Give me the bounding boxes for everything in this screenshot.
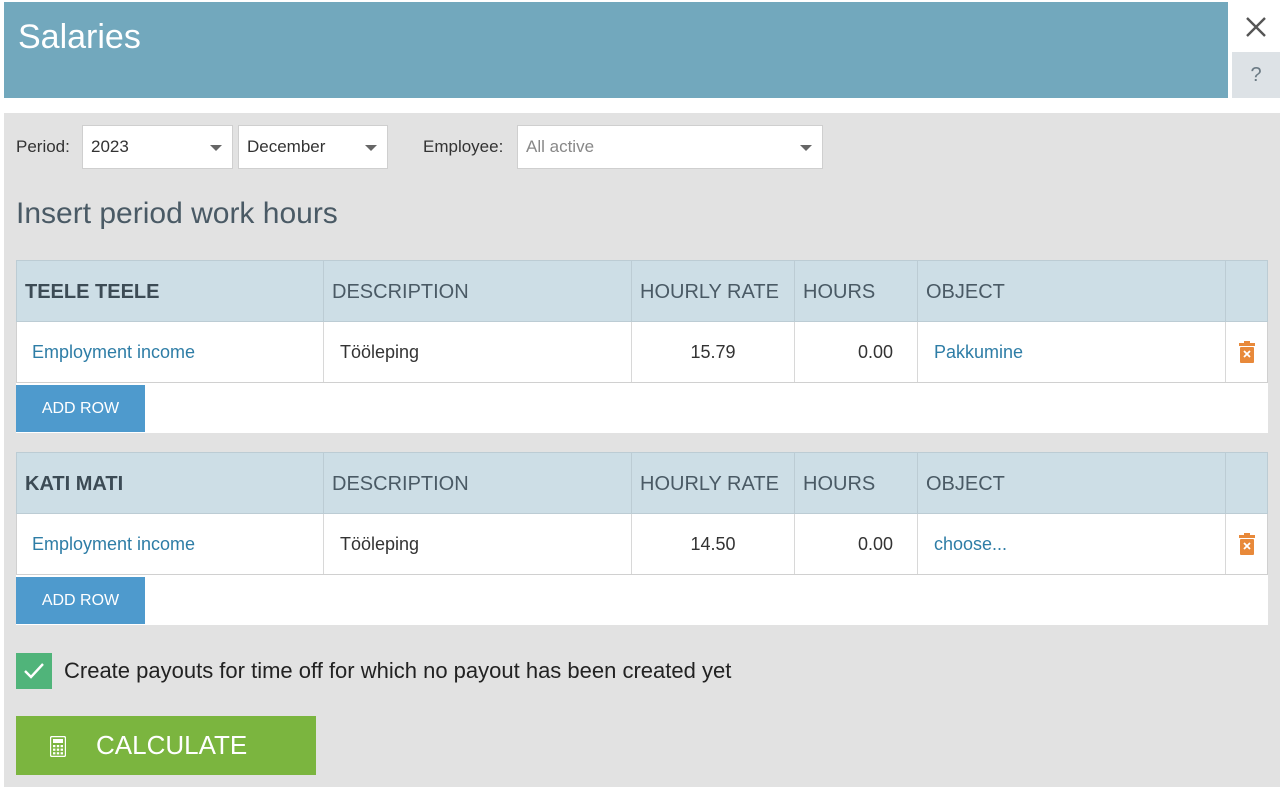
employee-placeholder: All active: [526, 137, 595, 156]
table-row: Employment income Tööleping 15.79 0.00 P…: [16, 322, 1268, 383]
close-icon: [1246, 17, 1266, 37]
calculate-button[interactable]: CALCULATE: [16, 716, 316, 775]
column-hourly-rate: HOURLY RATE: [632, 261, 795, 323]
description-field[interactable]: Tööleping: [324, 322, 632, 382]
section-title: Insert period work hours: [16, 197, 338, 230]
column-object: OBJECT: [918, 453, 1226, 515]
calculate-label: CALCULATE: [96, 730, 248, 760]
employee-table: KATI MATI DESCRIPTION HOURLY RATE HOURS …: [16, 452, 1268, 625]
column-description: DESCRIPTION: [324, 453, 632, 515]
employee-select[interactable]: All active: [517, 125, 823, 169]
page-header: Salaries: [4, 2, 1228, 98]
chevron-down-icon: [800, 145, 812, 151]
description-field[interactable]: Tööleping: [324, 514, 632, 574]
column-hours: HOURS: [795, 261, 918, 323]
year-select[interactable]: 2023: [82, 125, 233, 169]
month-value: December: [247, 137, 326, 156]
chevron-down-icon: [210, 145, 222, 151]
object-link[interactable]: choose...: [918, 514, 1226, 574]
table-header: KATI MATI DESCRIPTION HOURLY RATE HOURS …: [16, 452, 1268, 515]
hourly-rate-field[interactable]: 15.79: [632, 322, 795, 382]
hours-field[interactable]: 0.00: [795, 322, 918, 382]
column-object: OBJECT: [918, 261, 1226, 323]
calculator-icon: [50, 736, 66, 757]
employee-name: TEELE TEELE: [17, 261, 324, 323]
employee-label: Employee:: [423, 137, 504, 156]
income-type-link[interactable]: Employment income: [17, 514, 324, 574]
trash-icon: [1238, 341, 1255, 363]
income-type-link[interactable]: Employment income: [17, 322, 324, 382]
table-row: Employment income Tööleping 14.50 0.00 c…: [16, 514, 1268, 575]
help-button[interactable]: ?: [1232, 52, 1280, 98]
delete-row-button[interactable]: [1226, 322, 1267, 382]
year-value: 2023: [91, 137, 129, 156]
table-header: TEELE TEELE DESCRIPTION HOURLY RATE HOUR…: [16, 260, 1268, 323]
checkmark-icon: [24, 663, 44, 679]
period-label: Period:: [16, 137, 70, 156]
payout-checkbox[interactable]: [16, 653, 52, 689]
hours-field[interactable]: 0.00: [795, 514, 918, 574]
salaries-panel: Period: 2023 December Employee: All acti…: [4, 113, 1280, 787]
page-title: Salaries: [18, 18, 141, 56]
employee-name: KATI MATI: [17, 453, 324, 515]
add-row-button[interactable]: ADD ROW: [16, 577, 145, 624]
trash-icon: [1238, 533, 1255, 555]
column-hours: HOURS: [795, 453, 918, 515]
employee-table: TEELE TEELE DESCRIPTION HOURLY RATE HOUR…: [16, 260, 1268, 433]
column-hourly-rate: HOURLY RATE: [632, 453, 795, 515]
payout-checkbox-label: Create payouts for time off for which no…: [64, 658, 732, 683]
object-link[interactable]: Pakkumine: [918, 322, 1226, 382]
add-row-button[interactable]: ADD ROW: [16, 385, 145, 432]
delete-row-button[interactable]: [1226, 514, 1267, 574]
chevron-down-icon: [365, 145, 377, 151]
hourly-rate-field[interactable]: 14.50: [632, 514, 795, 574]
close-button[interactable]: [1232, 2, 1280, 52]
month-select[interactable]: December: [238, 125, 388, 169]
column-description: DESCRIPTION: [324, 261, 632, 323]
